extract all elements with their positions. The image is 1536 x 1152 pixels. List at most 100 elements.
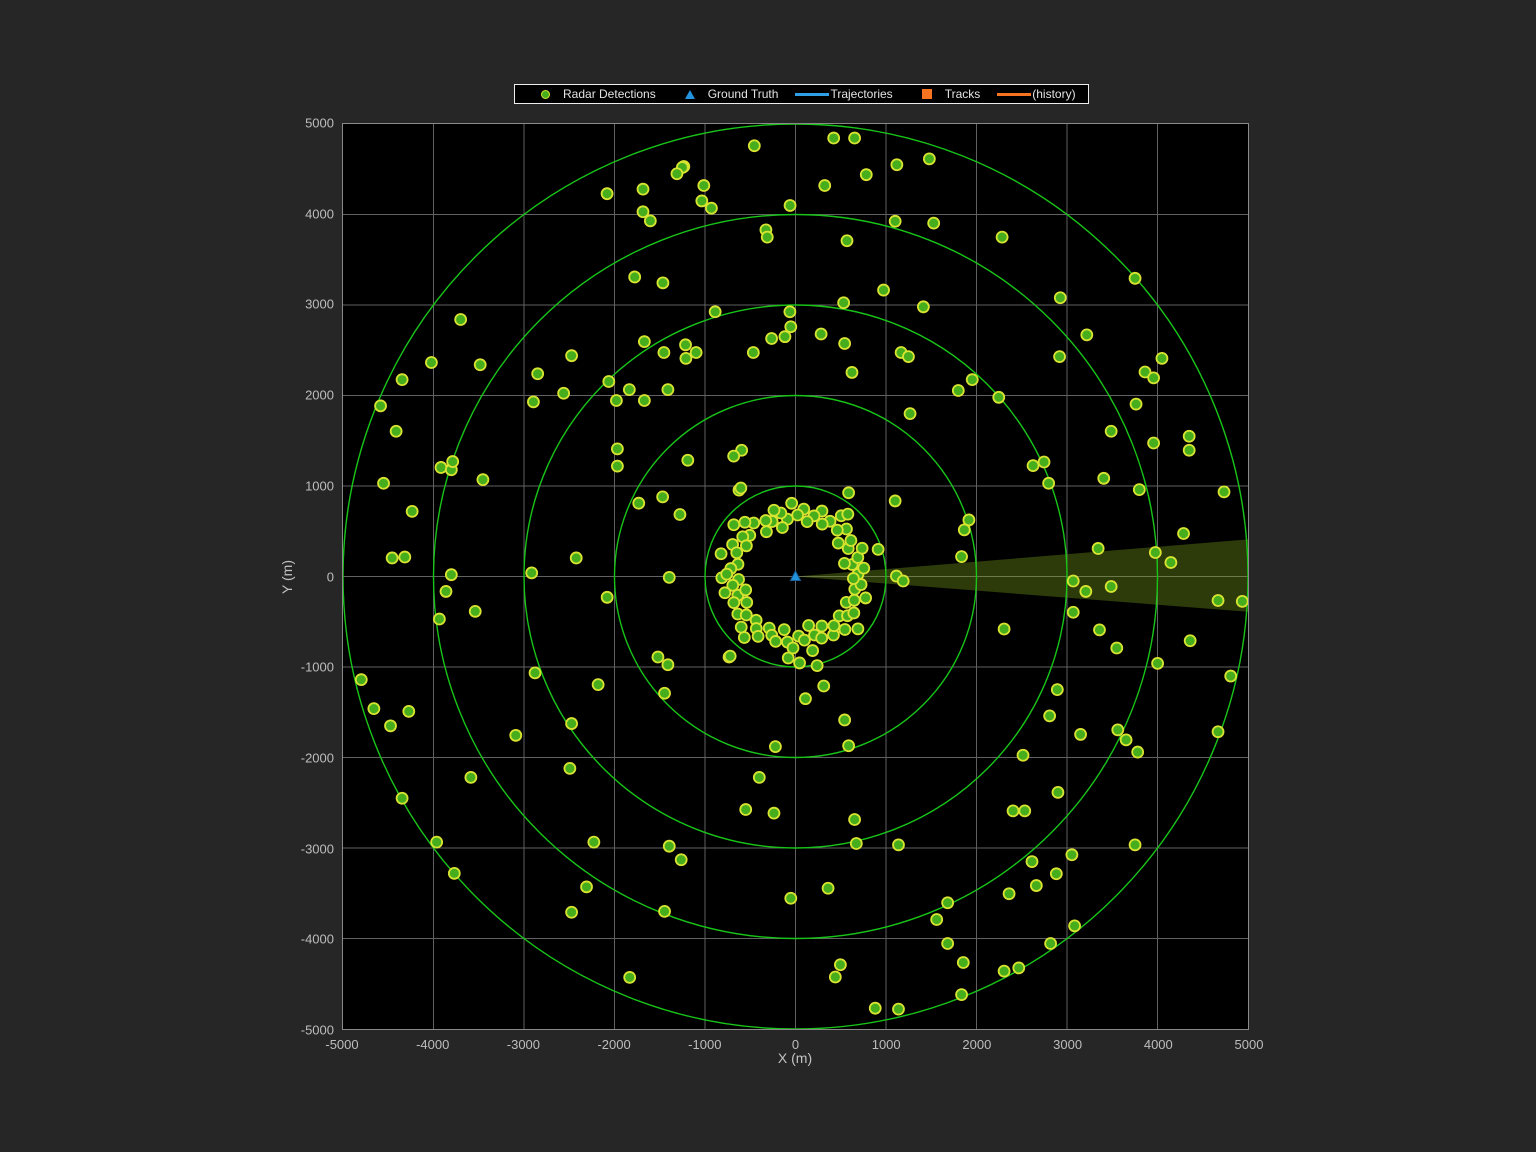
radar-detection (603, 376, 614, 387)
radar-detection (385, 720, 396, 731)
plot-area (342, 123, 1249, 1030)
radar-detection (378, 478, 389, 489)
radar-detection (612, 443, 623, 454)
radar-detection (770, 741, 781, 752)
radar-detection (581, 881, 592, 892)
radar-detection (426, 357, 437, 368)
radar-detection (624, 384, 635, 395)
radar-detection (639, 395, 650, 406)
radar-detection (1219, 486, 1230, 497)
radar-detection (566, 350, 577, 361)
radar-detection (558, 388, 569, 399)
radar-detection (891, 159, 902, 170)
radar-detection (807, 645, 818, 656)
radar-detection (1121, 734, 1132, 745)
radar-detection (1148, 372, 1159, 383)
radar-detection (434, 614, 445, 625)
radar-detection (662, 659, 673, 670)
radar-detection (830, 971, 841, 982)
radar-detection (1213, 726, 1224, 737)
x-tick-label: 4000 (1144, 1037, 1173, 1052)
radar-detection (852, 623, 863, 634)
radar-detection (845, 535, 856, 546)
radar-detection (818, 681, 829, 692)
radar-detection (812, 660, 823, 671)
radar-detection (1019, 805, 1030, 816)
history-line-icon (997, 93, 1031, 96)
radar-detection (1184, 431, 1195, 442)
radar-detection (725, 651, 736, 662)
radar-detection (1039, 457, 1050, 468)
radar-detection (843, 740, 854, 751)
radar-detection (526, 567, 537, 578)
radar-detection (1068, 576, 1079, 587)
radar-detection (602, 592, 613, 603)
radar-detection (928, 218, 939, 229)
radar-detection (657, 277, 668, 288)
radar-detection (602, 188, 613, 199)
radar-detection (1094, 624, 1105, 635)
radar-detection (624, 972, 635, 983)
radar-detection (741, 597, 752, 608)
ground-truth-marker (791, 571, 801, 580)
radar-detection (736, 622, 747, 633)
radar-detection (1013, 962, 1024, 973)
radar-detection (1132, 747, 1143, 758)
radar-detection (674, 509, 685, 520)
trajectory-line-icon (795, 93, 829, 96)
radar-detection (1081, 329, 1092, 340)
radar-detection (761, 526, 772, 537)
y-tick-label: -2000 (301, 750, 334, 765)
radar-detection (566, 907, 577, 918)
radar-detection (659, 688, 670, 699)
radar-detection (1148, 438, 1159, 449)
radar-detection (664, 841, 675, 852)
radar-detection (719, 587, 730, 598)
radar-detection (1130, 839, 1141, 850)
radar-detection (846, 367, 857, 378)
radar-detection (1112, 724, 1123, 735)
radar-detection (1156, 353, 1167, 364)
radar-detection (893, 1004, 904, 1015)
radar-detection (387, 552, 398, 563)
radar-detection (953, 385, 964, 396)
radar-detection (1043, 478, 1054, 489)
radar-detection (671, 168, 682, 179)
radar-detection (993, 392, 1004, 403)
radar-detection (639, 336, 650, 347)
radar-detection (659, 906, 670, 917)
radar-detection (794, 657, 805, 668)
radar-detection (368, 703, 379, 714)
radar-detection (735, 483, 746, 494)
radar-detection (768, 505, 779, 516)
radar-ppi-plot (343, 124, 1248, 1029)
ground-truth-triangle-icon (685, 90, 695, 99)
radar-detection (956, 551, 967, 562)
radar-detection (407, 506, 418, 517)
radar-detection (657, 491, 668, 502)
radar-detection (652, 652, 663, 663)
radar-detection (397, 793, 408, 804)
radar-detection (898, 576, 909, 587)
radar-detection (999, 624, 1010, 635)
radar-detection (1111, 643, 1122, 654)
radar-detection (740, 584, 751, 595)
radar-detection (1031, 880, 1042, 891)
radar-detection (1026, 856, 1037, 867)
radar-detection (706, 203, 717, 214)
radar-detection (716, 548, 727, 559)
radar-detection (447, 456, 458, 467)
radar-detection (819, 180, 830, 191)
radar-detection (785, 200, 796, 211)
legend-label-radar-detections: Radar Detections (563, 87, 672, 101)
radar-detection (858, 563, 869, 574)
x-tick-label: -2000 (597, 1037, 630, 1052)
radar-detection (860, 592, 871, 603)
y-tick-label: -3000 (301, 841, 334, 856)
y-tick-label: -5000 (301, 1023, 334, 1038)
legend-label-tracks: Tracks (945, 87, 997, 101)
x-tick-label: -3000 (507, 1037, 540, 1052)
legend-item-trajectories: Trajectories (794, 85, 908, 103)
x-tick-label: -4000 (416, 1037, 449, 1052)
radar-detection (611, 395, 622, 406)
